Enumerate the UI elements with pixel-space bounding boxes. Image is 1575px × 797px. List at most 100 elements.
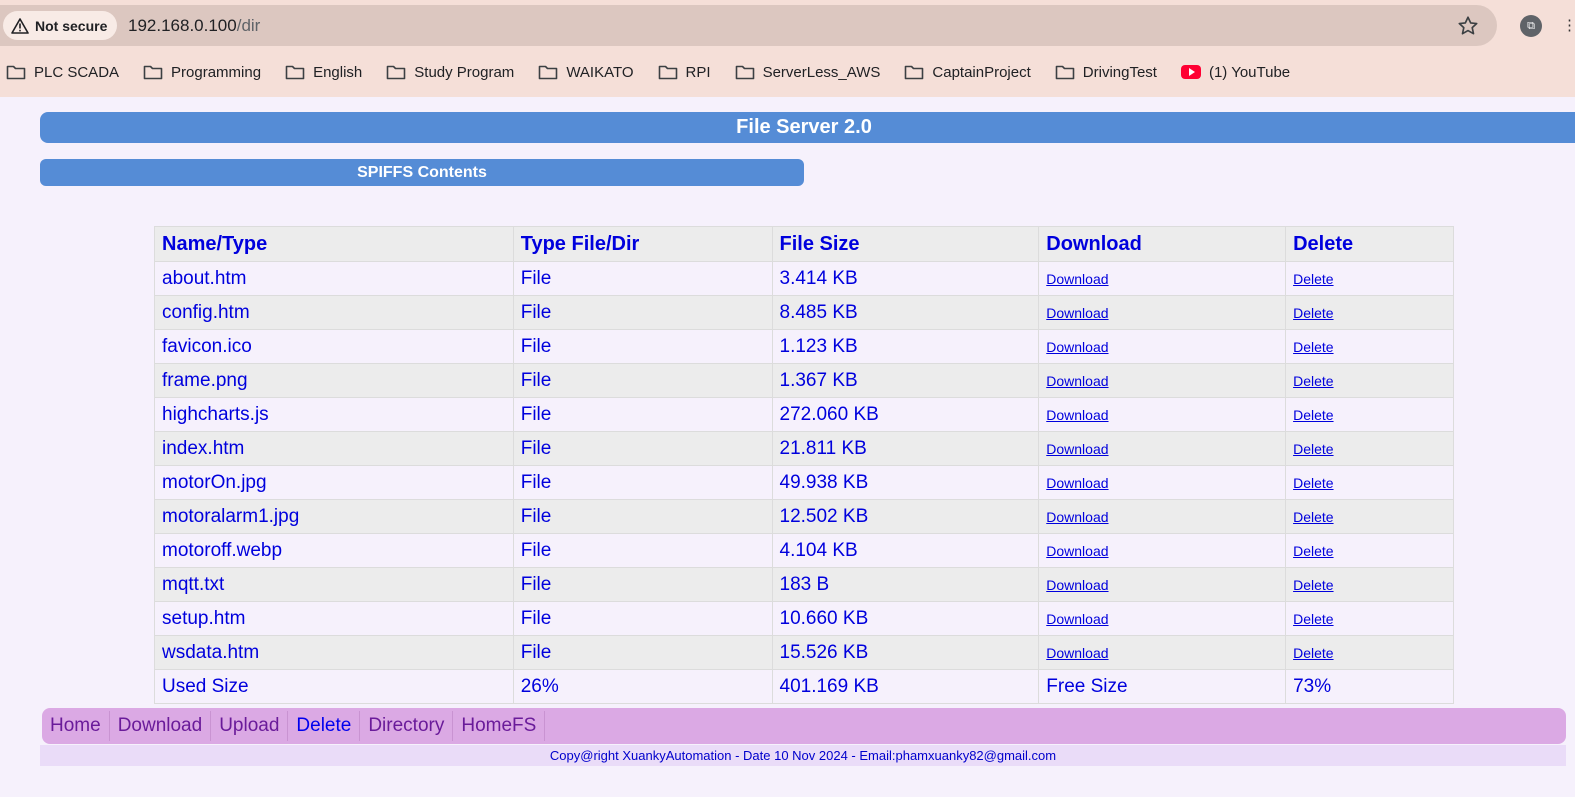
- download-link[interactable]: Download: [1046, 509, 1108, 525]
- bookmark-star-icon[interactable]: [1457, 15, 1479, 37]
- bookmark-item[interactable]: Study Program: [386, 64, 514, 81]
- nav-item-homefs[interactable]: HomeFS: [453, 711, 546, 741]
- download-link-cell: Download: [1038, 431, 1287, 466]
- extension-icon[interactable]: ⧉: [1520, 15, 1542, 37]
- file-type: File: [520, 369, 552, 391]
- free-size-label: Free Size: [1038, 669, 1287, 704]
- download-link[interactable]: Download: [1046, 271, 1108, 287]
- download-link[interactable]: Download: [1046, 645, 1108, 661]
- file-name-cell: about.htm: [154, 261, 514, 296]
- bookmark-label: ServerLess_AWS: [762, 63, 881, 81]
- file-type-cell: File: [512, 261, 773, 296]
- file-size-cell: 21.811 KB: [771, 431, 1040, 466]
- file-name: frame.png: [162, 369, 248, 391]
- header-name: Name/Type: [154, 226, 514, 262]
- bookmark-item[interactable]: ServerLess_AWS: [735, 63, 881, 81]
- file-type-cell: File: [512, 295, 773, 330]
- footer-copyright: Copy@right XuankyAutomation - Date 10 No…: [40, 745, 1566, 766]
- download-link-cell: Download: [1038, 261, 1287, 296]
- delete-link[interactable]: Delete: [1293, 577, 1333, 593]
- file-size: 8.485 KB: [779, 301, 858, 323]
- address-bar[interactable]: Not secure 192.168.0.100/dir: [0, 5, 1497, 46]
- download-link-cell: Download: [1038, 567, 1287, 602]
- nav-item-download[interactable]: Download: [110, 711, 212, 741]
- delete-link[interactable]: Delete: [1293, 645, 1333, 661]
- table-row: motoroff.webp File 4.104 KB Download Delete: [154, 533, 1454, 568]
- nav-item-upload[interactable]: Upload: [211, 711, 289, 741]
- file-size: 1.367 KB: [779, 369, 858, 391]
- folder-icon: [143, 64, 163, 80]
- file-name-cell: favicon.ico: [154, 329, 514, 364]
- download-link[interactable]: Download: [1046, 475, 1108, 491]
- delete-link-cell: Delete: [1285, 329, 1454, 364]
- file-type-cell: File: [512, 567, 773, 602]
- file-name-cell: motoralarm1.jpg: [154, 499, 514, 534]
- file-name: highcharts.js: [162, 403, 269, 425]
- delete-link-cell: Delete: [1285, 363, 1454, 398]
- file-type: File: [520, 403, 552, 425]
- delete-link[interactable]: Delete: [1293, 305, 1333, 321]
- folder-icon: [658, 64, 678, 80]
- download-link[interactable]: Download: [1046, 407, 1108, 423]
- bookmark-item[interactable]: (1) YouTube: [1180, 64, 1290, 81]
- download-link[interactable]: Download: [1046, 441, 1108, 457]
- security-label: Not secure: [35, 17, 108, 34]
- download-link[interactable]: Download: [1046, 611, 1108, 627]
- nav-item-home[interactable]: Home: [42, 711, 110, 741]
- file-name-cell: highcharts.js: [154, 397, 514, 432]
- delete-link-cell: Delete: [1285, 499, 1454, 534]
- folder-icon: [6, 64, 26, 80]
- file-name: index.htm: [162, 437, 245, 459]
- file-type-cell: File: [512, 363, 773, 398]
- file-type-cell: File: [512, 601, 773, 636]
- nav-item-directory[interactable]: Directory: [360, 711, 454, 741]
- delete-link[interactable]: Delete: [1293, 611, 1333, 627]
- delete-link[interactable]: Delete: [1293, 543, 1333, 559]
- security-chip[interactable]: Not secure: [3, 11, 118, 40]
- delete-link[interactable]: Delete: [1293, 271, 1333, 287]
- file-size-cell: 49.938 KB: [771, 465, 1040, 500]
- used-size-label: Used Size: [154, 669, 514, 704]
- delete-link[interactable]: Delete: [1293, 373, 1333, 389]
- bookmark-item[interactable]: RPI: [658, 64, 711, 81]
- header-delete: Delete: [1285, 226, 1454, 262]
- delete-link[interactable]: Delete: [1293, 509, 1333, 525]
- bookmark-item[interactable]: CaptainProject: [904, 64, 1031, 81]
- download-link-cell: Download: [1038, 601, 1287, 636]
- table-row: index.htm File 21.811 KB Download Delete: [154, 431, 1454, 466]
- file-name: config.htm: [162, 301, 250, 323]
- download-link[interactable]: Download: [1046, 543, 1108, 559]
- delete-link[interactable]: Delete: [1293, 339, 1333, 355]
- menu-dots-icon[interactable]: ⋮: [1562, 18, 1575, 34]
- url-text[interactable]: 192.168.0.100/dir: [128, 5, 260, 46]
- file-type-cell: File: [512, 499, 773, 534]
- download-link-cell: Download: [1038, 635, 1287, 670]
- table-row: setup.htm File 10.660 KB Download Delete: [154, 601, 1454, 636]
- file-type: File: [520, 573, 552, 595]
- nav-item-delete[interactable]: Delete: [288, 711, 361, 741]
- bookmark-item[interactable]: Programming: [143, 64, 261, 81]
- header-download: Download: [1038, 226, 1287, 262]
- table-header-row: Name/Type Type File/Dir File Size Downlo…: [154, 226, 1454, 262]
- folder-icon: [285, 64, 305, 80]
- file-size-cell: 12.502 KB: [771, 499, 1040, 534]
- bookmark-item[interactable]: English: [285, 64, 362, 81]
- folder-icon: [538, 64, 558, 80]
- download-link[interactable]: Download: [1046, 577, 1108, 593]
- bookmark-label: Study Program: [414, 63, 515, 81]
- delete-link[interactable]: Delete: [1293, 407, 1333, 423]
- delete-link[interactable]: Delete: [1293, 475, 1333, 491]
- download-link[interactable]: Download: [1046, 339, 1108, 355]
- bookmark-item[interactable]: WAIKATO: [538, 64, 634, 81]
- bookmark-label: DrivingTest: [1082, 63, 1157, 81]
- download-link[interactable]: Download: [1046, 373, 1108, 389]
- file-name-cell: motoroff.webp: [154, 533, 514, 568]
- table-row: motoralarm1.jpg File 12.502 KB Download Dele…: [154, 499, 1454, 534]
- bookmark-item[interactable]: PLC SCADA: [6, 64, 119, 81]
- delete-link-cell: Delete: [1285, 431, 1454, 466]
- bookmarks-bar: PLC SCADA Programming English Study Program…: [0, 58, 1308, 86]
- bookmark-item[interactable]: DrivingTest: [1055, 64, 1157, 81]
- delete-link[interactable]: Delete: [1293, 441, 1333, 457]
- folder-icon: [904, 64, 924, 80]
- download-link[interactable]: Download: [1046, 305, 1108, 321]
